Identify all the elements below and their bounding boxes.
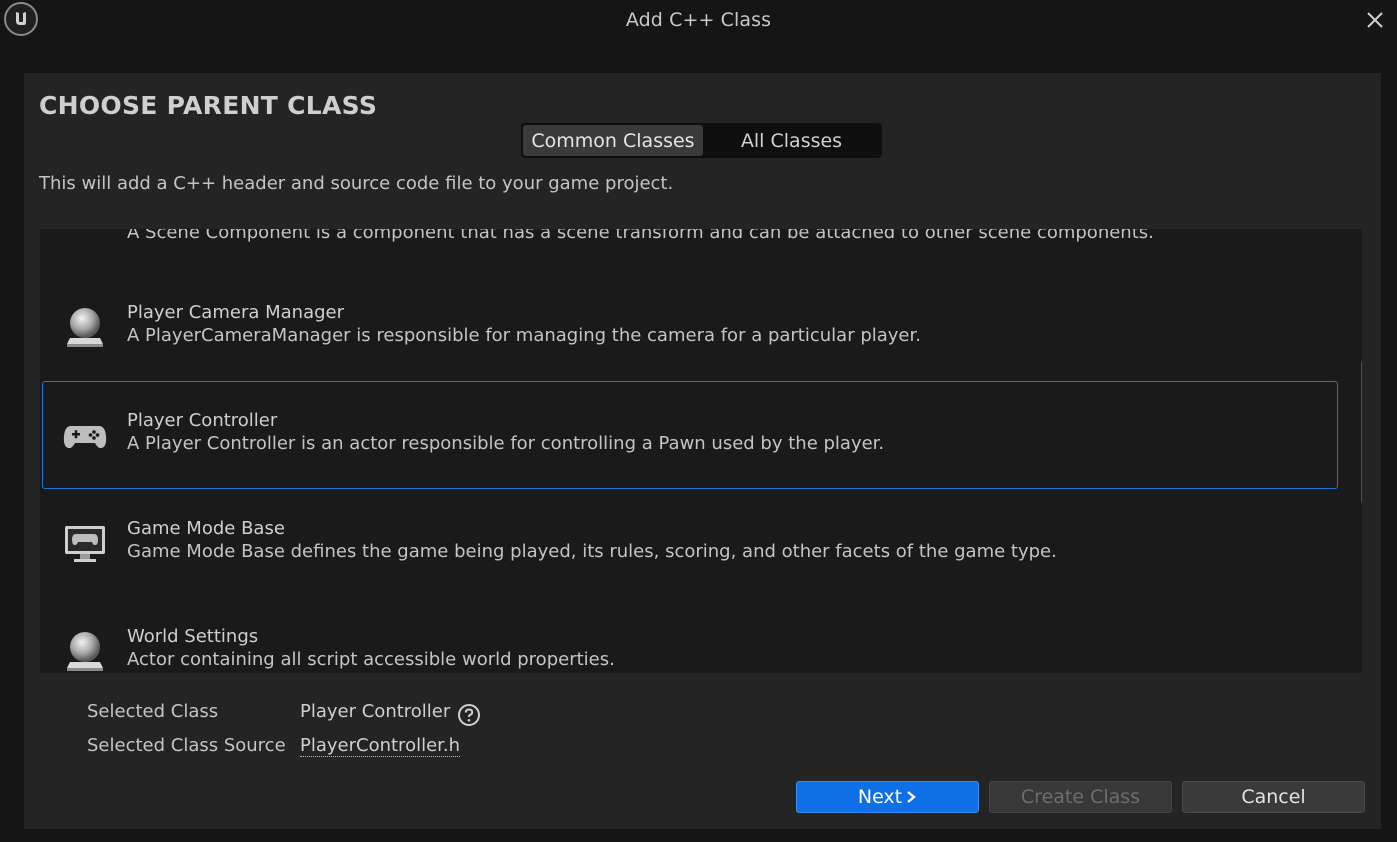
list-item-player-controller[interactable]: Player Controller A Player Controller is…: [42, 381, 1338, 489]
page-title: CHOOSE PARENT CLASS: [39, 91, 378, 120]
page-description: This will add a C++ header and source co…: [39, 173, 674, 194]
class-name: Player Camera Manager: [127, 302, 344, 323]
actor-sphere-icon: [67, 308, 103, 347]
tab-all-classes[interactable]: All Classes: [703, 125, 880, 156]
next-button-label: Next: [857, 786, 903, 808]
help-icon[interactable]: [457, 703, 481, 727]
class-list: A Scene Component is a component that ha…: [40, 229, 1362, 673]
selected-class-value: Player Controller: [300, 701, 451, 722]
list-item-player-camera-manager[interactable]: Player Camera Manager A PlayerCameraMana…: [42, 273, 1338, 381]
close-icon: [1367, 12, 1383, 28]
close-button[interactable]: [1361, 6, 1389, 34]
class-filter-tabs: Common Classes All Classes: [521, 123, 882, 158]
chevron-right-icon: [907, 791, 916, 803]
selected-class-label: Selected Class: [87, 701, 219, 722]
class-description: Actor containing all script accessible w…: [127, 649, 615, 670]
class-name: Game Mode Base: [127, 518, 285, 539]
class-description: A Player Controller is an actor responsi…: [127, 433, 885, 454]
class-name: Player Controller: [127, 410, 278, 431]
class-name: World Settings: [127, 626, 259, 647]
create-class-button[interactable]: Create Class: [989, 781, 1172, 813]
next-button[interactable]: Next: [796, 781, 979, 813]
gamepad-icon: [63, 426, 107, 449]
cancel-button[interactable]: Cancel: [1182, 781, 1365, 813]
list-item-game-mode-base[interactable]: Game Mode Base Game Mode Base defines th…: [42, 489, 1338, 597]
actor-sphere-icon: [67, 632, 103, 671]
title-bar: Add C++ Class: [0, 0, 1397, 42]
list-item-scene-component[interactable]: A Scene Component is a component that ha…: [42, 229, 1338, 257]
class-description: Game Mode Base defines the game being pl…: [127, 541, 1057, 562]
tab-common-classes[interactable]: Common Classes: [523, 125, 703, 156]
dialog-panel: CHOOSE PARENT CLASS Common Classes All C…: [24, 73, 1381, 829]
list-item-world-settings[interactable]: World Settings Actor containing all scri…: [42, 597, 1338, 673]
game-monitor-icon: [65, 526, 105, 562]
scene-component-icon: [61, 229, 109, 248]
selected-source-link[interactable]: PlayerController.h: [300, 735, 461, 757]
selected-source-label: Selected Class Source: [87, 735, 286, 756]
window-title: Add C++ Class: [625, 9, 772, 31]
class-description: A PlayerCameraManager is responsible for…: [127, 325, 921, 346]
list-scrollbar[interactable]: [1361, 359, 1362, 505]
class-description: A Scene Component is a component that ha…: [127, 229, 1154, 243]
selected-source-container: PlayerController.h: [300, 735, 461, 757]
